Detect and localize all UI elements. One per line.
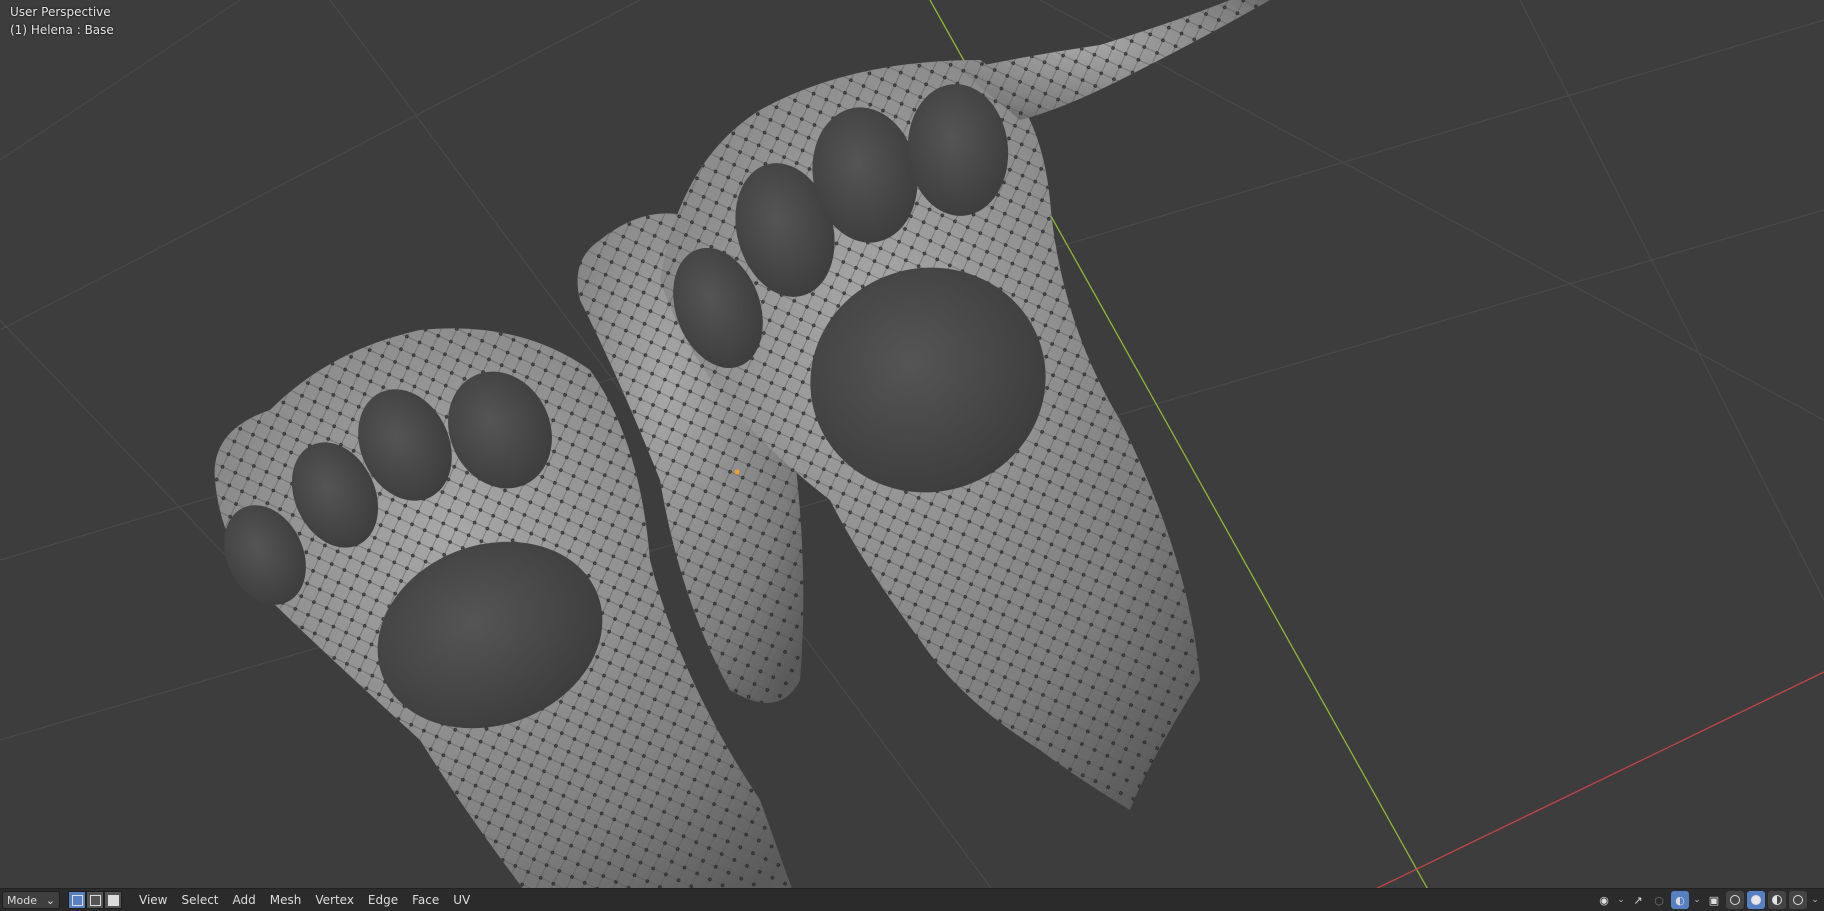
wireframe-shading-icon[interactable]: [1726, 891, 1744, 909]
solid-shading-icon[interactable]: [1747, 891, 1765, 909]
chevron-down-icon: ⌄: [45, 893, 55, 907]
x-axis-line: [1329, 671, 1824, 911]
xray-icon[interactable]: ◐: [1671, 891, 1689, 909]
gizmo-icon[interactable]: ↗: [1629, 891, 1647, 909]
material-shading-icon[interactable]: [1768, 891, 1786, 909]
menu-add[interactable]: Add: [226, 893, 263, 907]
select-mode-group: [68, 891, 122, 909]
viewport-header: Mode ⌄ View Select Add Mesh Vertex Edge …: [0, 888, 1824, 911]
menu-view[interactable]: View: [132, 893, 174, 907]
visibility-icon[interactable]: ◉: [1595, 891, 1613, 909]
object-origin: [734, 469, 740, 475]
chevron-down-icon[interactable]: ⌄: [1692, 895, 1702, 905]
chevron-down-icon[interactable]: ⌄: [1616, 895, 1626, 905]
menu-vertex[interactable]: Vertex: [308, 893, 361, 907]
wireframe-toggle-icon[interactable]: ▣: [1705, 891, 1723, 909]
edge-select-icon[interactable]: [86, 891, 104, 909]
menu-select[interactable]: Select: [174, 893, 225, 907]
menu-uv[interactable]: UV: [446, 893, 477, 907]
overlay-icon[interactable]: ○: [1650, 891, 1668, 909]
object-info: (1) Helena : Base: [10, 23, 114, 37]
chevron-down-icon[interactable]: ⌄: [1810, 895, 1820, 905]
mesh-tail: [960, 0, 1270, 120]
mode-dropdown[interactable]: Mode ⌄: [2, 891, 60, 909]
view-title: User Perspective: [10, 5, 111, 19]
rendered-shading-icon[interactable]: [1789, 891, 1807, 909]
menu-mesh[interactable]: Mesh: [263, 893, 309, 907]
menu-face[interactable]: Face: [405, 893, 446, 907]
menu-edge[interactable]: Edge: [361, 893, 405, 907]
mode-label: Mode: [7, 893, 37, 907]
vertex-select-icon[interactable]: [68, 891, 86, 909]
right-tools: ◉ ⌄ ↗ ○ ◐ ⌄ ▣ ⌄: [1595, 889, 1820, 911]
3d-viewport[interactable]: [0, 0, 1824, 911]
face-select-icon[interactable]: [104, 891, 122, 909]
